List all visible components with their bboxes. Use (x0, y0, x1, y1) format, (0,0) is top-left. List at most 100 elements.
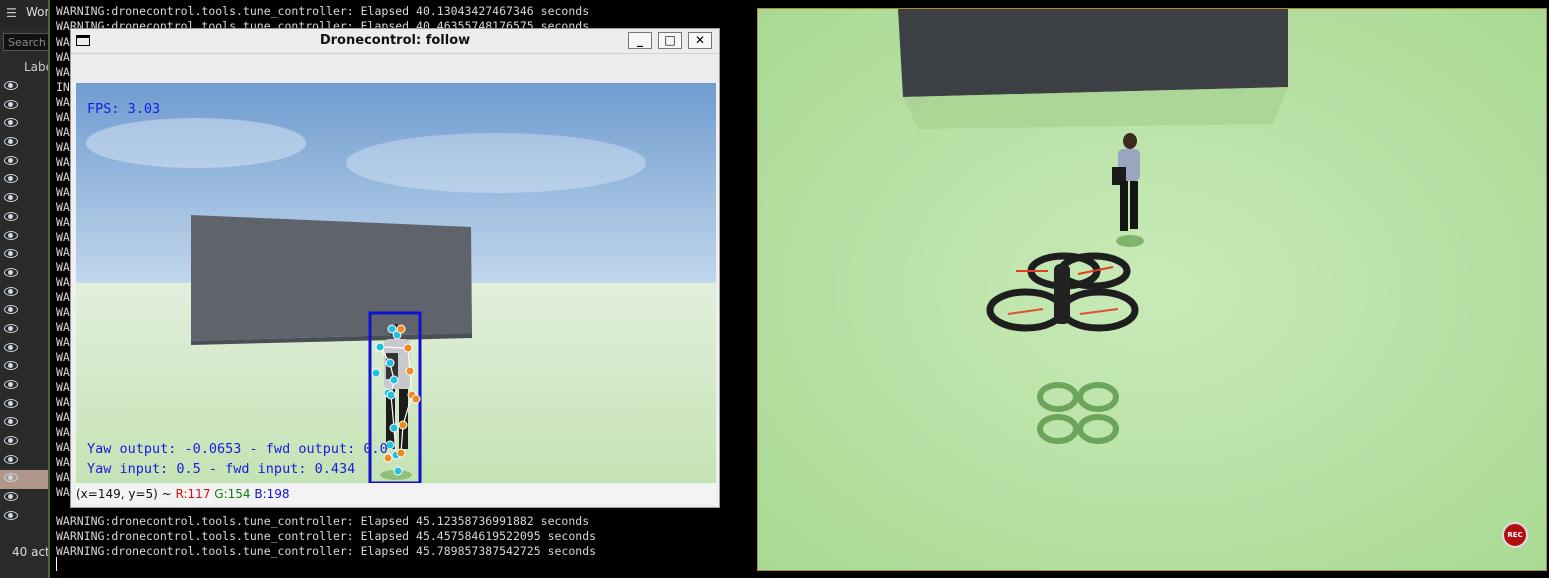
log-line-prefix: WA (56, 410, 70, 424)
outliner-row[interactable] (0, 190, 50, 209)
log-line-prefix: WA (56, 365, 70, 379)
log-line-prefix: IN (56, 80, 70, 94)
eye-icon[interactable] (4, 361, 18, 371)
close-button[interactable]: ✕ (688, 32, 712, 49)
log-line-prefix: WA (56, 275, 70, 289)
pose-keypoint (389, 423, 399, 433)
actor-count: 40 acto (12, 545, 50, 559)
pose-keypoint (386, 390, 396, 400)
log-line-prefix: WA (56, 185, 70, 199)
outliner-row[interactable] (0, 414, 50, 433)
pixel-status-bar: (x=149, y=5) ~ R:117 G:154 B:198 (76, 484, 716, 504)
pose-keypoint (398, 420, 408, 430)
log-line-prefix: WA (56, 485, 70, 499)
log-line-prefix: WA (56, 395, 70, 409)
log-line-prefix: WA (56, 140, 70, 154)
log-line-prefix: WA (56, 440, 70, 454)
outliner-search-input[interactable]: Search (3, 33, 50, 51)
eye-icon[interactable] (4, 398, 18, 408)
outliner-row[interactable] (0, 97, 50, 116)
log-line-prefix: WA (56, 290, 70, 304)
pose-keypoint (396, 448, 406, 458)
outliner-row[interactable] (0, 265, 50, 284)
eye-icon[interactable] (4, 342, 18, 352)
eye-icon[interactable] (4, 510, 18, 520)
pose-keypoint (405, 366, 415, 376)
eye-icon[interactable] (4, 118, 18, 128)
outliner-row[interactable] (0, 321, 50, 340)
eye-icon[interactable] (4, 286, 18, 296)
eye-icon[interactable] (4, 454, 18, 464)
eye-icon[interactable] (4, 81, 18, 90)
list-icon[interactable]: ☰ (6, 6, 20, 20)
eye-icon[interactable] (4, 99, 18, 109)
camera-scene (76, 83, 716, 483)
eye-icon[interactable] (4, 211, 18, 221)
eye-icon[interactable] (4, 155, 18, 165)
eye-icon[interactable] (4, 436, 18, 446)
outliner-row[interactable] (0, 78, 50, 97)
outliner-row[interactable] (0, 228, 50, 247)
log-line-prefix: WA (56, 95, 70, 109)
eye-icon[interactable] (4, 249, 18, 259)
world-outliner-panel: ☰ Wor Search Labe 40 acto (0, 0, 50, 578)
eye-icon[interactable] (4, 230, 18, 240)
log-line-prefix: WA (56, 335, 70, 349)
eye-icon[interactable] (4, 267, 18, 277)
log-line-prefix: WA (56, 380, 70, 394)
log-line-prefix: WA (56, 350, 70, 364)
outliner-row[interactable] (0, 153, 50, 172)
dronecontrol-follow-window[interactable]: Dronecontrol: follow _ □ ✕ FPS: 3.03 Yaw… (70, 28, 720, 508)
log-line-prefix: WA (56, 215, 70, 229)
wall-block-top (898, 9, 1288, 97)
eye-icon[interactable] (4, 305, 18, 315)
eye-icon[interactable] (4, 193, 18, 203)
outliner-row[interactable] (0, 340, 50, 359)
outliner-row[interactable] (0, 134, 50, 153)
eye-icon[interactable] (4, 137, 18, 147)
outliner-row[interactable] (0, 284, 50, 303)
outliner-row[interactable] (0, 470, 50, 490)
outliner-row[interactable] (0, 489, 50, 508)
outliner-header: ☰ Wor (0, 0, 50, 28)
log-line-prefix: WA (56, 110, 70, 124)
log-line-prefix: WA (56, 455, 70, 469)
outliner-row[interactable] (0, 358, 50, 377)
outliner-row[interactable] (0, 302, 50, 321)
outliner-row[interactable] (0, 115, 50, 134)
outliner-row[interactable] (0, 377, 50, 396)
log-line-prefix: WA (56, 170, 70, 184)
outliner-row[interactable] (0, 246, 50, 265)
log-line-prefix: WA (56, 155, 70, 169)
window-titlebar[interactable]: Dronecontrol: follow _ □ ✕ (71, 29, 719, 53)
eye-icon[interactable] (4, 417, 18, 427)
record-button[interactable]: REC (1502, 522, 1528, 548)
outliner-row[interactable] (0, 508, 50, 527)
camera-feed[interactable]: FPS: 3.03 Yaw output: -0.0653 - fwd outp… (76, 83, 716, 483)
pose-keypoint (393, 466, 403, 476)
outliner-row[interactable] (0, 433, 50, 452)
eye-icon[interactable] (4, 380, 18, 389)
maximize-button[interactable]: □ (658, 32, 682, 49)
simulation-viewport[interactable]: REC (755, 0, 1549, 578)
label-column-header[interactable]: Labe (24, 60, 50, 74)
pose-keypoint (411, 394, 421, 404)
pose-keypoint (371, 368, 381, 378)
pose-keypoint (375, 342, 385, 352)
log-line-prefix: WA (56, 230, 70, 244)
log-line-prefix: WA (56, 125, 70, 139)
status-blue: B:198 (254, 487, 290, 501)
yaw-output-readout: Yaw output: -0.0653 - fwd output: 0.0 (87, 441, 388, 457)
text-cursor (56, 557, 57, 571)
log-line-prefix: WA (56, 260, 70, 274)
eye-icon[interactable] (4, 174, 18, 184)
outliner-row[interactable] (0, 209, 50, 228)
window-toolbar (71, 53, 719, 84)
outliner-row[interactable] (0, 171, 50, 190)
eye-icon[interactable] (4, 473, 18, 483)
outliner-row[interactable] (0, 396, 50, 415)
outliner-row[interactable] (0, 452, 50, 471)
minimize-button[interactable]: _ (628, 32, 652, 49)
eye-icon[interactable] (4, 492, 18, 502)
eye-icon[interactable] (4, 323, 18, 333)
